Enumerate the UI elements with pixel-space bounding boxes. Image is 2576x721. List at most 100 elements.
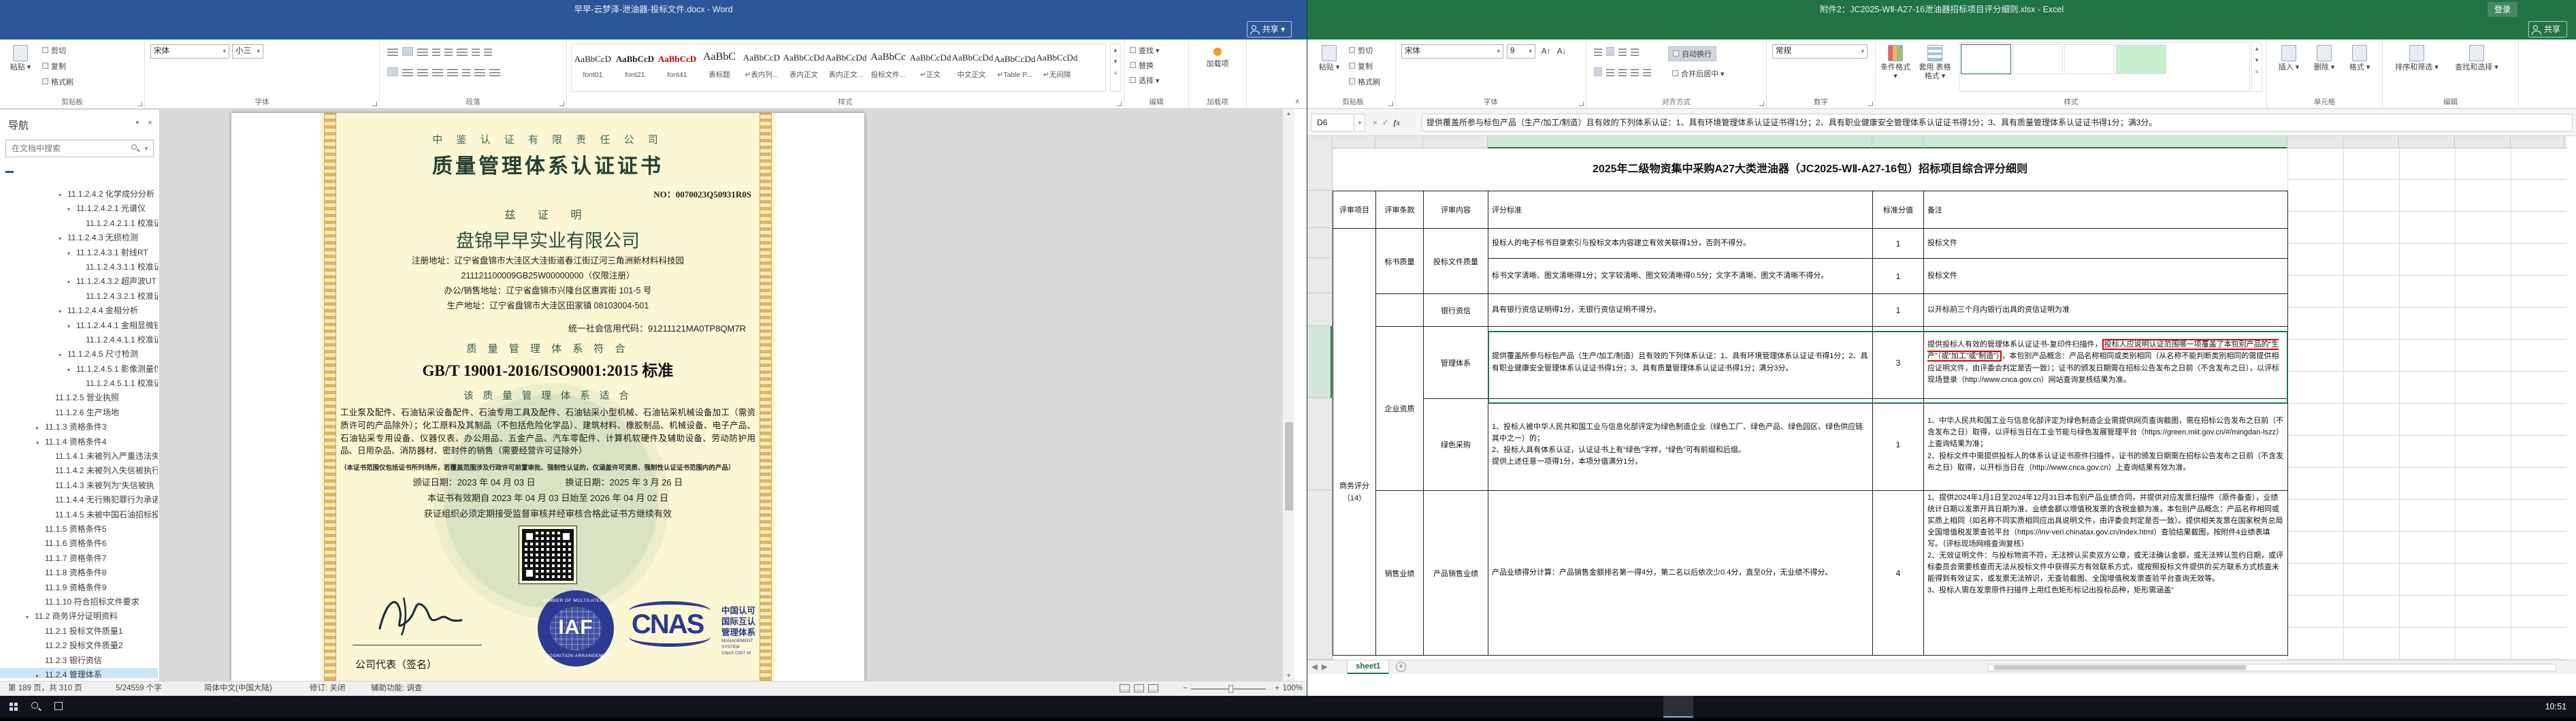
row-header[interactable] — [1307, 191, 1332, 228]
decrease-indent-icon[interactable] — [432, 47, 440, 56]
nav-tab[interactable] — [26, 170, 34, 173]
nav-options-icon[interactable]: ▾ — [135, 119, 139, 127]
number-format-select[interactable]: 常规▾ — [1772, 44, 1868, 59]
justify-icon[interactable] — [432, 67, 443, 76]
column-header[interactable] — [1423, 136, 1488, 148]
taskbar-clock[interactable]: 10:51 — [2545, 696, 2566, 718]
taskbar-app-icon[interactable] — [1184, 696, 1214, 718]
cell[interactable]: 产品销售业绩 — [1424, 491, 1488, 656]
taskbar-app-icon[interactable] — [1424, 696, 1454, 718]
taskbar-app-icon[interactable] — [1154, 696, 1184, 718]
numbering-icon[interactable] — [402, 47, 413, 56]
align-bottom-icon[interactable] — [1618, 47, 1627, 56]
nav-tab[interactable] — [46, 170, 54, 173]
word-window-controls[interactable] — [1245, 0, 1307, 10]
font-tool-icon[interactable] — [280, 45, 295, 59]
clipboard-command[interactable]: 格式刷 — [42, 76, 74, 87]
header-cell[interactable]: 备注 — [1924, 191, 2288, 229]
font-tool-icon[interactable] — [295, 45, 309, 59]
taskbar-app-icon[interactable] — [765, 696, 795, 718]
taskbar-app-icon[interactable] — [226, 696, 256, 718]
nav-heading-item[interactable]: 11.1.2.4.5.1.1 校准证书 — [0, 376, 158, 391]
style-item[interactable]: AaBbCcDfont01 — [572, 47, 614, 92]
taskbar-app-icon[interactable] — [286, 696, 316, 718]
font-format-icon[interactable] — [250, 64, 265, 78]
nav-heading-item[interactable]: ▾11.1.2.4.4 金相分析 — [0, 304, 158, 318]
tree-arrow-icon[interactable]: ▾ — [59, 188, 67, 202]
taskbar-app-icon[interactable] — [1663, 696, 1693, 718]
nav-heading-item[interactable]: 11.1.4.5 未被中国石油招标投 — [0, 508, 158, 522]
nav-heading-item[interactable]: 11.1.10 符合招标文件要求 — [0, 595, 158, 609]
taskbar-app-icon[interactable] — [525, 696, 555, 718]
sort-icon[interactable] — [472, 47, 480, 56]
zoom-out-icon[interactable]: − — [1183, 682, 1188, 696]
cell[interactable]: 银行资信 — [1424, 294, 1488, 327]
task-view-icon[interactable] — [54, 702, 63, 710]
taskbar-search-icon[interactable] — [31, 702, 38, 709]
sheet-tab[interactable]: sheet1 — [1347, 660, 1389, 674]
word-share-button[interactable]: 共享 ▾ — [1247, 21, 1292, 37]
taskbar-app-icon[interactable] — [1034, 696, 1064, 718]
name-box-dropdown-icon[interactable]: ▾ — [1355, 114, 1365, 131]
tree-arrow-icon[interactable]: ▾ — [67, 275, 76, 289]
number-tool-icon[interactable] — [1772, 64, 1787, 78]
font-format-icon[interactable] — [1401, 64, 1416, 78]
taskbar-app-icon[interactable] — [1514, 696, 1544, 718]
number-tool-icon[interactable] — [1801, 64, 1815, 78]
cell[interactable]: 1、投标人被中华人民共和国工业与信息化部评定为绿色制造企业（绿色工厂、绿色产品、… — [1492, 421, 1869, 468]
tree-arrow-icon[interactable]: ▾ — [36, 436, 45, 449]
format-as-table-button[interactable]: 套用 表格格式 ▾ — [1915, 44, 1955, 80]
taskbar-app-icon[interactable] — [256, 696, 286, 718]
font-format-icon[interactable] — [1444, 64, 1458, 78]
column-header[interactable] — [2287, 136, 2343, 148]
page-indicator[interactable]: 第 189 页，共 310 页 — [8, 682, 82, 696]
taskbar-app-icon[interactable] — [645, 696, 675, 718]
cell[interactable]: 以开标前三个月内银行出具的资信证明为准 — [1927, 304, 2284, 316]
tree-arrow-icon[interactable]: ▾ — [59, 348, 67, 362]
nav-heading-item[interactable]: 11.1.2.4.4.1.1 校准证书 — [0, 333, 158, 347]
align-top-icon[interactable] — [1594, 47, 1602, 56]
column-header[interactable] — [2399, 136, 2455, 148]
font-format-icon[interactable] — [193, 64, 208, 78]
cell[interactable]: 标书文字清晰、图文清晰得1分；文字较清晰、图文较清晰得0.5分；文字不清晰、图文… — [1492, 270, 1869, 282]
name-box[interactable]: D6 — [1311, 114, 1354, 131]
borders-icon[interactable] — [489, 67, 500, 76]
taskbar-app-icon[interactable] — [705, 696, 735, 718]
nav-heading-item[interactable]: 11.1.4.4 无行贿犯罪行为承诺 — [0, 493, 158, 507]
tree-arrow-icon[interactable]: ▸ — [36, 421, 45, 434]
taskbar-app-icon[interactable] — [585, 696, 615, 718]
nav-tab[interactable] — [5, 167, 14, 173]
score-table[interactable]: 评审项目 评审条款 评审内容 评分标准 标准分值 备注 商务评分 （14） 标书… — [1333, 191, 2288, 656]
style-item[interactable]: AaBbCcDd↵无间隔 — [1036, 46, 1078, 92]
cell[interactable]: 投标文件 — [1927, 238, 2284, 249]
taskbar-app-icon[interactable] — [1603, 696, 1633, 718]
zoom-slider[interactable] — [1191, 688, 1266, 690]
editing-command[interactable]: 查找 ▾ — [1130, 45, 1160, 56]
cell[interactable]: 投标文件质量 — [1424, 229, 1488, 294]
style-item[interactable]: AaBbCcDd↵Table P... — [994, 47, 1036, 92]
paragraph-row1[interactable] — [385, 45, 494, 58]
clipboard-command[interactable]: 剪切 — [42, 45, 74, 56]
dialog-launcher-icon[interactable] — [1579, 101, 1584, 106]
nav-heading-item[interactable]: ▾11.1.2.4.5.1 影像测量仪 — [0, 362, 158, 376]
sheet-title-row[interactable]: 2025年二级物资集中采购A27大类泄油器（JC2025-WⅡ-A27-16包）… — [1333, 148, 2287, 191]
dialog-launcher-icon[interactable] — [1388, 101, 1393, 106]
taskbar-app-icon[interactable] — [166, 696, 196, 718]
taskbar-app-icon[interactable] — [1693, 696, 1723, 718]
taskbar-app-icon[interactable] — [376, 696, 406, 718]
select-all-corner[interactable] — [1307, 136, 1333, 148]
align-left-icon[interactable] — [1594, 67, 1602, 76]
tree-arrow-icon[interactable]: ▾ — [26, 610, 35, 624]
tree-arrow-icon[interactable]: ▾ — [67, 246, 76, 260]
editing-command[interactable]: 替换 — [1130, 60, 1160, 71]
tree-arrow-icon[interactable]: ▾ — [59, 231, 67, 245]
font-tool-icon[interactable] — [266, 45, 280, 59]
show-marks-icon[interactable] — [484, 47, 492, 56]
sign-in-button[interactable]: 登录 — [2488, 2, 2517, 17]
cell-style-item[interactable] — [2012, 44, 2063, 74]
nav-heading-item[interactable]: ▾11.1.4 资格条件4 — [0, 435, 158, 449]
wrap-text-button[interactable]: 自动换行 — [1668, 46, 1716, 61]
font-tool-icon[interactable] — [309, 45, 323, 59]
align-right-icon[interactable] — [1618, 67, 1627, 76]
taskbar-app-icon[interactable] — [1574, 696, 1603, 718]
